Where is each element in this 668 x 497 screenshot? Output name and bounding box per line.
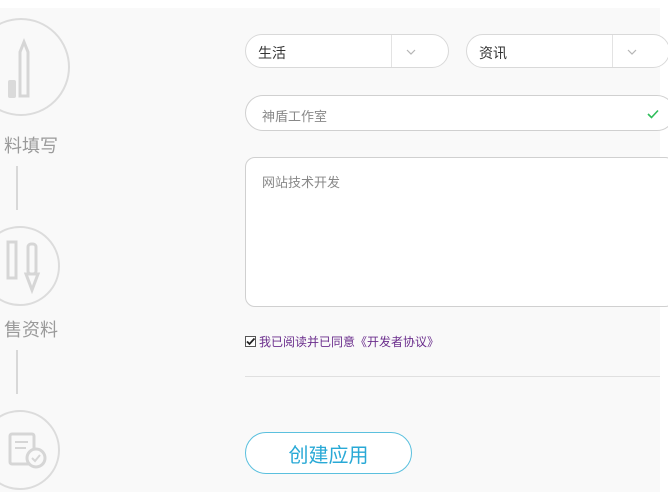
company-input[interactable]: 神盾工作室 bbox=[245, 95, 668, 131]
check-icon bbox=[647, 109, 659, 119]
checkmark-icon bbox=[246, 337, 256, 346]
category-primary-value: 生活 bbox=[258, 46, 286, 62]
agreement-row[interactable]: 我已阅读并已同意《开发者协议》 bbox=[245, 333, 439, 350]
category-primary-select[interactable]: 生活 bbox=[245, 34, 449, 68]
form-divider bbox=[245, 376, 660, 377]
chevron-down-icon[interactable] bbox=[625, 45, 639, 59]
agreement-checkbox[interactable] bbox=[245, 336, 256, 347]
step-connector-2 bbox=[16, 350, 18, 394]
agreement-label[interactable]: 我已阅读并已同意《开发者协议》 bbox=[259, 333, 439, 350]
select-separator bbox=[391, 35, 392, 67]
select-separator bbox=[612, 35, 613, 67]
step-connector-1 bbox=[16, 166, 18, 210]
chevron-down-icon[interactable] bbox=[404, 45, 418, 59]
category-secondary-select[interactable]: 资讯 bbox=[466, 34, 668, 68]
step-2-label: 售资料 bbox=[4, 320, 58, 341]
description-textarea[interactable]: 网站技术开发 bbox=[245, 157, 668, 307]
create-app-button[interactable]: 创建应用 bbox=[245, 432, 412, 474]
tools-icon bbox=[6, 240, 41, 294]
pen-icon bbox=[8, 38, 30, 98]
company-input-value: 神盾工作室 bbox=[262, 110, 328, 125]
category-secondary-value: 资讯 bbox=[479, 46, 507, 62]
certificate-icon bbox=[8, 432, 47, 469]
description-value: 网站技术开发 bbox=[262, 176, 341, 191]
step-1-label: 料填写 bbox=[4, 136, 58, 157]
